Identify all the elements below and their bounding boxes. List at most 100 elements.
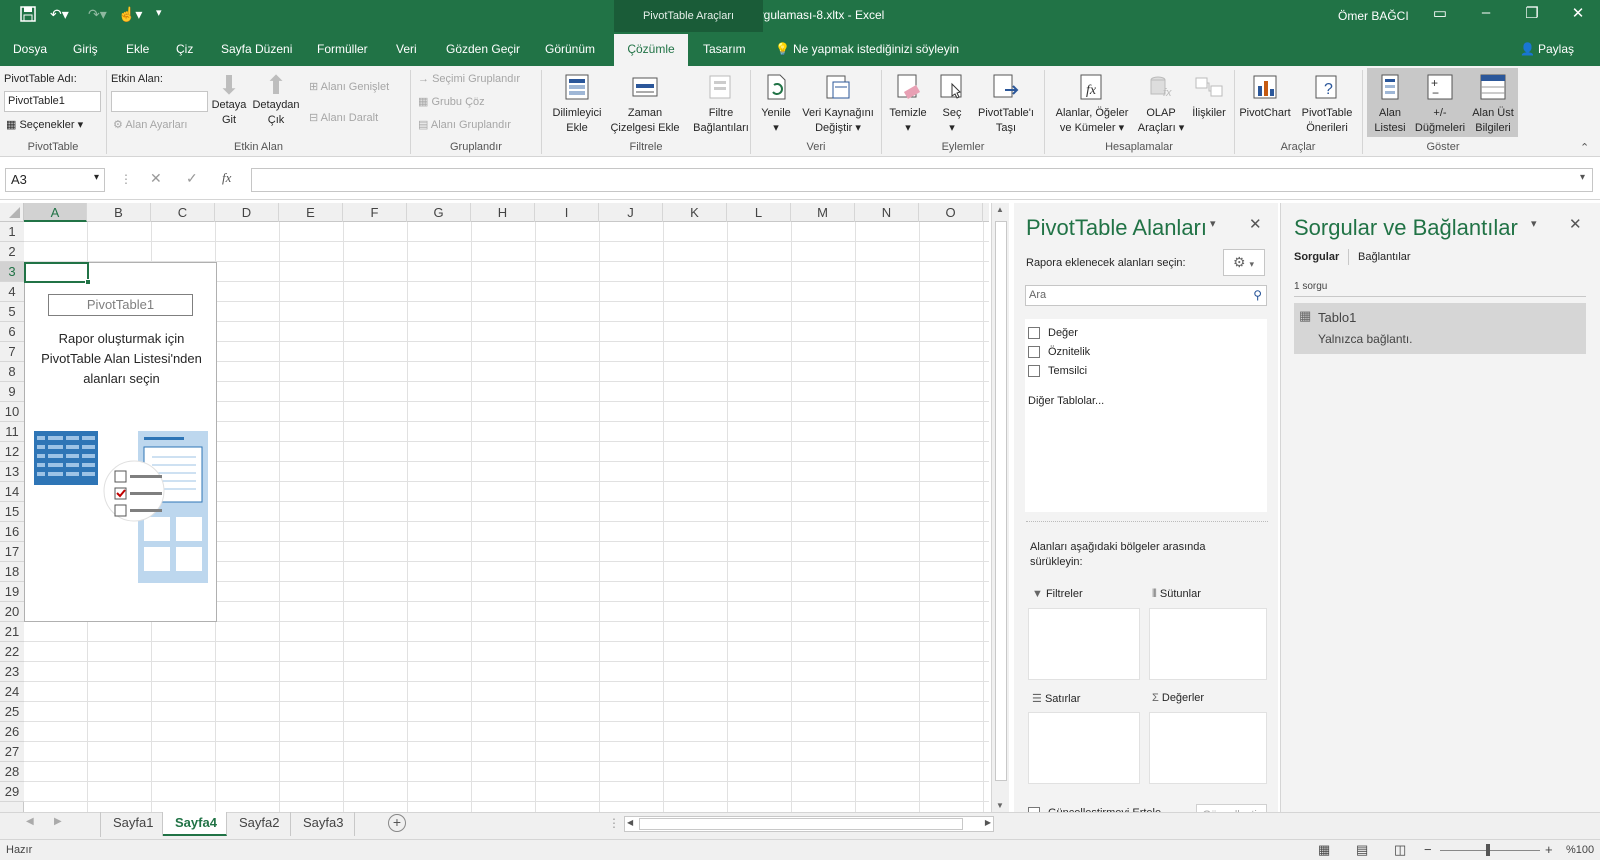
zoom-slider[interactable] — [1440, 850, 1540, 851]
tab-gozden-gecir[interactable]: Gözden Geçir — [446, 42, 520, 56]
horizontal-scroll-thumb[interactable] — [639, 818, 963, 830]
relationships-button[interactable]: İlişkiler — [1186, 72, 1232, 121]
close-pane-icon[interactable]: ✕ — [1249, 215, 1262, 233]
pane-options-dropdown-icon[interactable]: ▾ — [1210, 217, 1216, 230]
group-field-button[interactable]: ▤ Alanı Gruplandır — [418, 118, 511, 133]
normal-view-icon[interactable]: ▦ — [1318, 842, 1330, 858]
values-drop-area[interactable] — [1149, 712, 1267, 784]
minimize-icon[interactable]: – — [1466, 4, 1506, 21]
row-header[interactable]: 4 — [0, 282, 24, 302]
column-header[interactable]: D — [215, 203, 279, 222]
scroll-up-icon[interactable]: ▲ — [996, 205, 1004, 214]
pivot-placeholder[interactable]: PivotTable1 Rapor oluşturmak için PivotT… — [24, 262, 217, 622]
field-item-oznitelik[interactable]: Öznitelik — [1028, 346, 1090, 359]
sheet-tab-sayfa1[interactable]: Sayfa1 — [101, 812, 163, 836]
share-button[interactable]: Paylaş — [1538, 42, 1574, 56]
row-header[interactable]: 2 — [0, 242, 24, 262]
column-header[interactable]: I — [535, 203, 599, 222]
row-header[interactable]: 7 — [0, 342, 24, 362]
save-icon[interactable] — [20, 6, 36, 25]
drill-up-button[interactable]: ⬆ Detaydan Çık — [250, 72, 302, 128]
touch-mode-icon[interactable]: ☝▾ — [118, 6, 142, 23]
row-header[interactable]: 25 — [0, 702, 24, 722]
close-queries-icon[interactable]: ✕ — [1569, 215, 1582, 233]
zoom-level[interactable]: %100 — [1566, 844, 1594, 856]
customize-qat-icon[interactable]: ▾ — [156, 6, 162, 19]
tabs-splitter-icon[interactable]: ⋮ — [608, 816, 620, 830]
column-header[interactable]: G — [407, 203, 471, 222]
queries-options-dropdown-icon[interactable]: ▾ — [1531, 217, 1537, 230]
field-search-input[interactable]: Ara ⚲ — [1025, 285, 1267, 306]
zoom-slider-thumb[interactable] — [1486, 844, 1490, 856]
sheet-tab-sayfa2[interactable]: Sayfa2 — [227, 812, 291, 836]
tab-veri[interactable]: Veri — [396, 42, 417, 56]
field-checkbox[interactable] — [1028, 365, 1040, 378]
tab-dosya[interactable]: Dosya — [13, 42, 47, 56]
insert-timeline-button[interactable]: Zaman Çizelgesi Ekle — [606, 72, 684, 136]
close-icon[interactable]: ✕ — [1558, 4, 1598, 22]
column-header[interactable]: K — [663, 203, 727, 222]
row-header[interactable]: 11 — [0, 422, 24, 442]
fields-items-sets-button[interactable]: fx Alanlar, Öğeler ve Kümeler ▾ — [1048, 72, 1136, 136]
row-header[interactable]: 17 — [0, 542, 24, 562]
enter-icon[interactable]: ✓ — [186, 170, 198, 187]
row-header[interactable]: 18 — [0, 562, 24, 582]
row-header[interactable]: 29 — [0, 782, 24, 802]
cancel-icon[interactable]: ✕ — [150, 170, 162, 187]
undo-icon[interactable]: ↶▾ — [50, 6, 69, 23]
field-headers-button[interactable]: Alan Üst Bilgileri — [1468, 72, 1518, 136]
tab-tasarim[interactable]: Tasarım — [703, 42, 746, 56]
fill-handle[interactable] — [85, 279, 91, 285]
prev-sheet-icon[interactable]: ◀ — [26, 816, 34, 827]
row-header[interactable]: 20 — [0, 602, 24, 622]
selected-cell[interactable] — [24, 262, 91, 285]
change-data-source-button[interactable]: Veri Kaynağını Değiştir ▾ — [798, 72, 878, 136]
tell-me-box[interactable]: Ne yapmak istediğinizi söyleyin — [793, 42, 959, 56]
collapse-ribbon-icon[interactable]: ⌃ — [1580, 141, 1589, 154]
tab-ekle[interactable]: Ekle — [126, 42, 149, 56]
field-checkbox[interactable] — [1028, 346, 1040, 359]
row-header[interactable]: 19 — [0, 582, 24, 602]
row-header[interactable]: 1 — [0, 222, 24, 242]
next-sheet-icon[interactable]: ▶ — [54, 816, 62, 827]
olap-tools-button[interactable]: fx OLAP Araçları ▾ — [1136, 72, 1186, 136]
more-tables-link[interactable]: Diğer Tablolar... — [1028, 395, 1104, 407]
name-box[interactable]: A3 ▾ — [5, 168, 105, 192]
column-header[interactable]: F — [343, 203, 407, 222]
tab-queries[interactable]: Sorgular — [1294, 251, 1339, 263]
row-header[interactable]: 27 — [0, 742, 24, 762]
row-header[interactable]: 13 — [0, 462, 24, 482]
sheet-tab-sayfa3[interactable]: Sayfa3 — [291, 812, 355, 836]
scroll-right-icon[interactable]: ▶ — [985, 818, 991, 827]
row-header[interactable]: 23 — [0, 662, 24, 682]
ungroup-button[interactable]: ▦ Grubu Çöz — [418, 95, 485, 110]
column-header[interactable]: B — [87, 203, 151, 222]
column-header[interactable]: J — [599, 203, 663, 222]
user-name[interactable]: Ömer BAĞCI — [1338, 9, 1409, 23]
column-header[interactable]: C — [151, 203, 215, 222]
insert-slicer-button[interactable]: Dilimleyici Ekle — [546, 72, 608, 136]
active-field-input[interactable] — [111, 91, 208, 112]
tab-cozumle[interactable]: Çözümle — [614, 34, 688, 66]
scroll-left-icon[interactable]: ◀ — [627, 818, 633, 827]
pivotchart-button[interactable]: PivotChart — [1236, 72, 1294, 121]
row-header[interactable]: 6 — [0, 322, 24, 342]
insert-function-icon[interactable]: fx — [222, 170, 231, 186]
column-header[interactable]: A — [24, 203, 87, 222]
row-header[interactable]: 14 — [0, 482, 24, 502]
row-header[interactable]: 24 — [0, 682, 24, 702]
move-pivottable-button[interactable]: PivotTable'ı Taşı — [970, 72, 1042, 136]
field-item-temsilci[interactable]: Temsilci — [1028, 365, 1087, 378]
zoom-in-icon[interactable]: + — [1545, 842, 1553, 857]
recommended-pivottables-button[interactable]: ? PivotTable Önerileri — [1296, 72, 1358, 136]
name-box-dropdown-icon[interactable]: ▾ — [94, 172, 99, 183]
column-header[interactable]: E — [279, 203, 343, 222]
group-selection-button[interactable]: → Seçimi Gruplandır — [418, 72, 520, 87]
pivot-name-input[interactable]: PivotTable1 — [4, 91, 101, 112]
field-list-button[interactable]: Alan Listesi — [1368, 72, 1412, 136]
row-header[interactable]: 28 — [0, 762, 24, 782]
tab-formuller[interactable]: Formüller — [317, 42, 368, 56]
restore-icon[interactable]: ❐ — [1512, 4, 1552, 22]
redo-icon[interactable]: ↷▾ — [88, 6, 107, 23]
vertical-scrollbar[interactable]: ▲ ▼ — [991, 203, 1009, 812]
